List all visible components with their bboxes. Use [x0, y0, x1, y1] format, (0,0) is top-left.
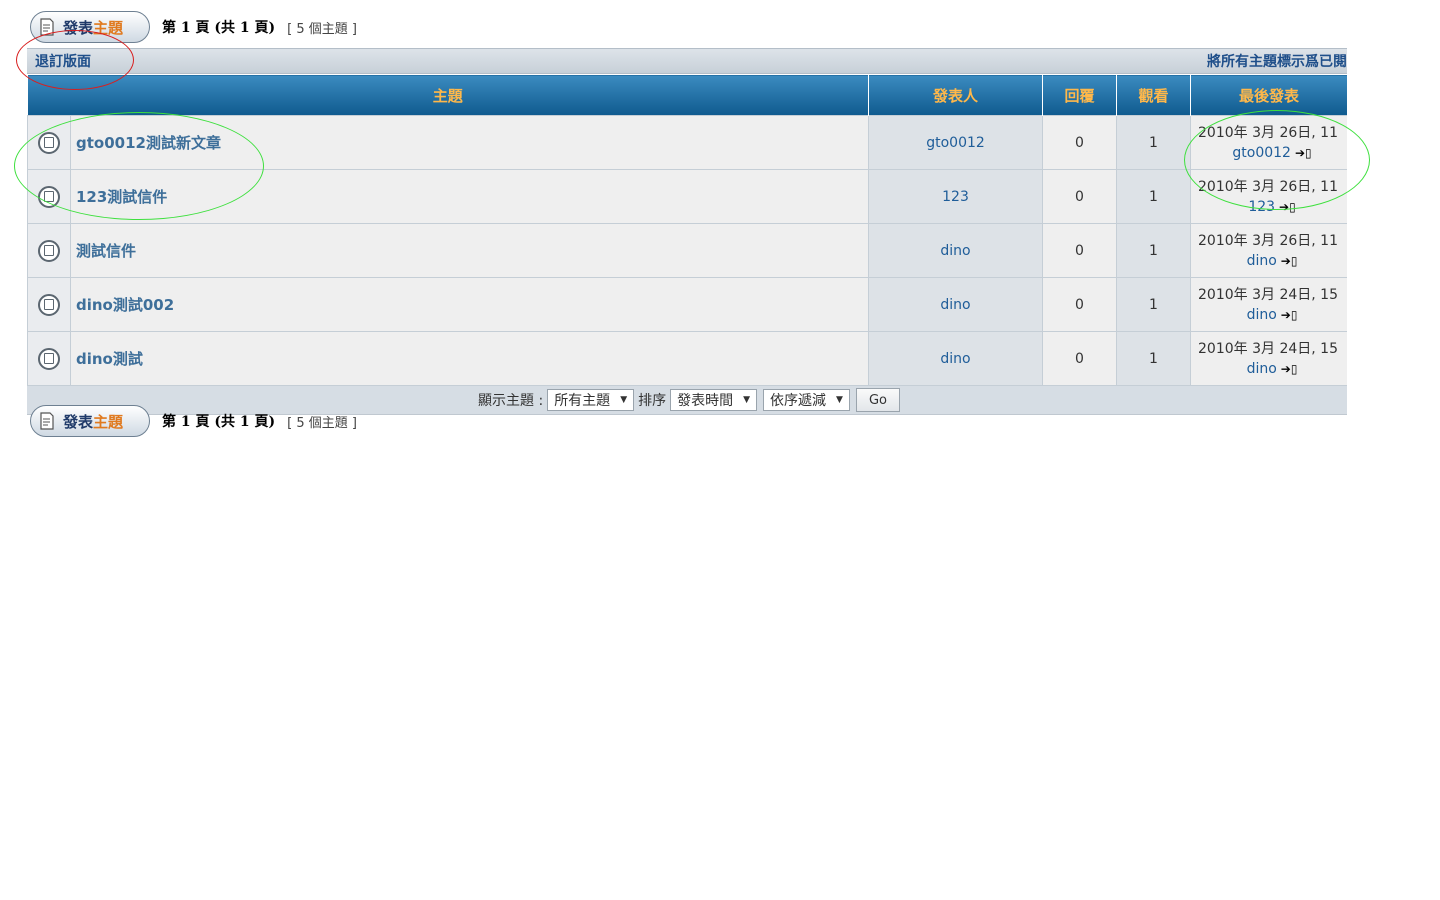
show-topics-select[interactable]: 所有主題 ▼ [547, 389, 635, 411]
last-post-user[interactable]: dino [1247, 307, 1277, 323]
topic-read-icon [38, 293, 60, 316]
show-topics-label: 顯示主題 : [478, 393, 544, 409]
pagination: 第 1 頁 (共 1 頁) [162, 20, 276, 36]
header-last-post: 最後發表 [1190, 74, 1347, 116]
last-post-user[interactable]: 123 [1248, 199, 1275, 215]
document-icon [40, 18, 54, 36]
topic-title-link[interactable]: gto0012測試新文章 [76, 134, 221, 152]
last-post-user[interactable]: gto0012 [1232, 145, 1291, 161]
topic-views: 1 [1116, 277, 1192, 332]
topic-replies: 0 [1042, 277, 1118, 332]
last-post-date: 2010年 3月 24日, 15 [1198, 340, 1338, 357]
goto-last-post-icon[interactable]: ➔▯ [1281, 362, 1298, 376]
header-topic: 主題 [27, 74, 870, 116]
topic-count: [ 5 個主題 ] [287, 21, 357, 37]
topic-views: 1 [1116, 115, 1192, 170]
table-row: dino測試002 dino 0 1 2010年 3月 24日, 15 dino… [27, 277, 1347, 332]
last-post-date: 2010年 3月 26日, 11 [1198, 178, 1338, 195]
pagination: 第 1 頁 (共 1 頁) [162, 414, 276, 430]
topic-count: [ 5 個主題 ] [287, 415, 357, 431]
header-replies: 回覆 [1042, 74, 1118, 116]
topic-author[interactable]: 123 [868, 169, 1044, 224]
chevron-down-icon: ▼ [743, 395, 751, 405]
topic-author[interactable]: dino [868, 331, 1044, 386]
topic-author[interactable]: gto0012 [868, 115, 1044, 170]
sort-value: 發表時間 [677, 393, 734, 409]
goto-last-post-icon[interactable]: ➔▯ [1281, 254, 1298, 268]
sort-label: 排序 [638, 393, 667, 409]
chevron-down-icon: ▼ [620, 395, 628, 405]
topic-title-link[interactable]: 123測試信件 [76, 188, 167, 206]
topic-title-link[interactable]: dino測試 [76, 350, 143, 368]
sort-select[interactable]: 發表時間 ▼ [670, 389, 758, 411]
chevron-down-icon: ▼ [836, 395, 843, 405]
topic-read-icon [38, 239, 60, 262]
topic-author[interactable]: dino [868, 223, 1044, 278]
goto-last-post-icon[interactable]: ➔▯ [1279, 200, 1296, 214]
topics-table: 主題 發表人 回覆 觀看 最後發表 gto0012測試新文章 gto0012 0… [27, 74, 1347, 386]
table-row: gto0012測試新文章 gto0012 0 1 2010年 3月 26日, 1… [27, 115, 1347, 170]
last-post-date: 2010年 3月 24日, 15 [1198, 286, 1338, 303]
goto-last-post-icon[interactable]: ➔▯ [1281, 308, 1298, 322]
header-author: 發表人 [868, 74, 1044, 116]
topic-read-icon [38, 131, 60, 154]
last-post-user[interactable]: dino [1247, 361, 1277, 377]
new-topic-label-1: 發表 [63, 412, 94, 431]
topic-replies: 0 [1042, 169, 1118, 224]
last-post-date: 2010年 3月 26日, 11 [1198, 124, 1338, 141]
category-bar: 退訂版面 將所有主題標示爲已閱 [27, 48, 1347, 74]
last-post-user[interactable]: dino [1247, 253, 1277, 269]
show-topics-value: 所有主題 [554, 393, 611, 409]
bottom-toolbar: 發表 主題 第 1 頁 (共 1 頁) [ 5 個主題 ] [30, 404, 357, 438]
topic-read-icon [38, 185, 60, 208]
topic-replies: 0 [1042, 115, 1118, 170]
topic-author[interactable]: dino [868, 277, 1044, 332]
order-value: 依序遞減 [770, 393, 827, 409]
mark-all-read-link[interactable]: 將所有主題標示爲已閱 [1207, 51, 1347, 71]
table-row: dino測試 dino 0 1 2010年 3月 24日, 15 dino ➔▯ [27, 331, 1347, 386]
topic-title-link[interactable]: 測試信件 [76, 242, 136, 260]
order-select[interactable]: 依序遞減 ▼ [763, 389, 850, 411]
goto-last-post-icon[interactable]: ➔▯ [1295, 146, 1312, 160]
topic-read-icon [38, 347, 60, 370]
new-topic-label-2: 主題 [93, 412, 124, 431]
forum-topic-list: 退訂版面 將所有主題標示爲已閱 主題 發表人 回覆 觀看 最後發表 gto001… [27, 48, 1347, 415]
topic-replies: 0 [1042, 223, 1118, 278]
new-topic-button[interactable]: 發表 主題 [30, 405, 150, 437]
table-row: 123測試信件 123 0 1 2010年 3月 26日, 11 123 ➔▯ [27, 169, 1347, 224]
new-topic-label-1: 發表 [63, 18, 94, 37]
top-toolbar: 發表 主題 第 1 頁 (共 1 頁) [ 5 個主題 ] [30, 10, 357, 44]
topic-title-link[interactable]: dino測試002 [76, 296, 174, 314]
new-topic-label-2: 主題 [93, 18, 124, 37]
last-post-date: 2010年 3月 26日, 11 [1198, 232, 1338, 249]
document-icon [40, 412, 54, 430]
topic-replies: 0 [1042, 331, 1118, 386]
new-topic-button[interactable]: 發表 主題 [30, 11, 150, 43]
go-button[interactable]: Go [855, 388, 900, 412]
unsubscribe-forum-link[interactable]: 退訂版面 [35, 51, 91, 71]
topic-views: 1 [1116, 331, 1192, 386]
topic-views: 1 [1116, 223, 1192, 278]
header-views: 觀看 [1116, 74, 1192, 116]
topic-views: 1 [1116, 169, 1192, 224]
table-row: 測試信件 dino 0 1 2010年 3月 26日, 11 dino ➔▯ [27, 223, 1347, 278]
